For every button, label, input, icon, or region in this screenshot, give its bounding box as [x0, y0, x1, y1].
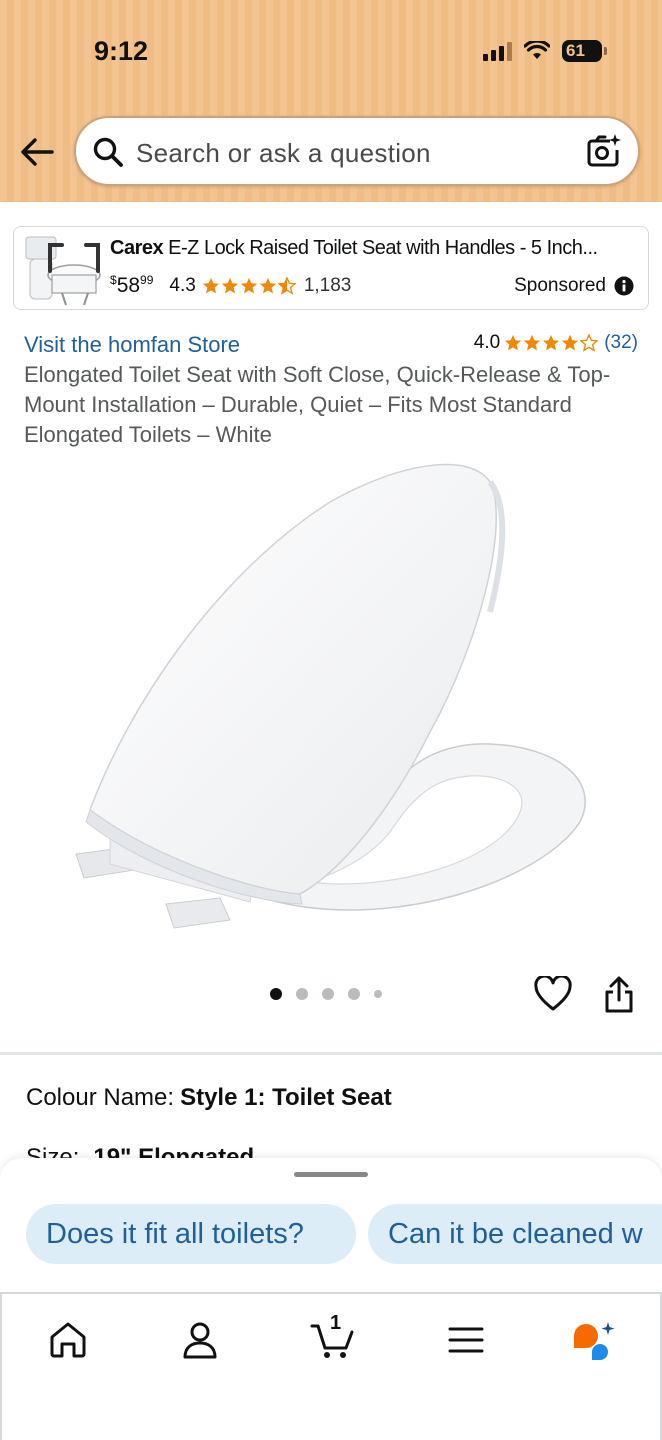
star-full-icon	[259, 277, 276, 294]
ad-price-whole: 58	[116, 274, 141, 297]
image-carousel-indicator[interactable]	[270, 988, 382, 1000]
ad-rating-count: 1,183	[303, 275, 352, 296]
colour-value: Style 1: Toilet Seat	[180, 1084, 392, 1111]
sponsored-ad-card[interactable]: Carex E-Z Lock Raised Toilet Seat with H…	[13, 226, 649, 310]
cellular-signal-icon	[483, 41, 512, 61]
carousel-dot[interactable]	[322, 988, 334, 1000]
account-icon[interactable]	[180, 1320, 220, 1360]
suggested-question-chip[interactable]: Does it fit all toilets?	[26, 1204, 356, 1264]
star-full-icon	[240, 277, 257, 294]
search-icon	[93, 137, 123, 167]
cart-count-badge: 1	[330, 1312, 342, 1334]
carousel-dot[interactable]	[374, 990, 382, 998]
product-title: Elongated Toilet Seat with Soft Close, Q…	[24, 362, 611, 447]
carousel-dot[interactable]	[296, 988, 308, 1000]
section-divider	[0, 1052, 662, 1055]
battery-level: 61	[566, 41, 585, 60]
battery-icon: 61	[562, 40, 607, 62]
search-input[interactable]: Search or ask a question	[74, 116, 640, 186]
ad-star-rating	[202, 277, 296, 295]
suggested-questions-sheet: Does it fit all toilets? Can it be clean…	[0, 1158, 662, 1298]
suggested-question-chip[interactable]: Can it be cleaned w	[368, 1204, 662, 1264]
info-icon[interactable]	[614, 276, 634, 296]
star-full-icon	[524, 334, 541, 351]
status-time: 9:12	[94, 36, 149, 66]
star-half-icon	[277, 277, 296, 295]
carousel-dot[interactable]	[270, 988, 282, 1000]
star-full-icon	[543, 334, 560, 351]
star-empty-icon	[580, 334, 599, 352]
camera-search-icon[interactable]	[584, 132, 622, 170]
wifi-icon	[524, 41, 550, 59]
colour-selector[interactable]: Colour Name: Style 1: Toilet Seat	[26, 1084, 392, 1112]
product-image[interactable]	[70, 452, 600, 932]
star-full-icon	[562, 334, 579, 351]
home-icon[interactable]	[48, 1320, 88, 1360]
product-rating-count: (32)	[604, 332, 638, 353]
star-full-icon	[202, 277, 219, 294]
ad-rating-value: 4.3	[169, 275, 196, 296]
share-icon[interactable]	[602, 976, 636, 1014]
product-star-rating	[504, 334, 599, 352]
product-rating[interactable]: 4.0 (32)	[474, 332, 638, 354]
star-full-icon	[505, 334, 522, 351]
carousel-dot[interactable]	[348, 988, 360, 1000]
sponsored-text: Sponsored	[514, 275, 606, 296]
product-rating-value: 4.0	[473, 332, 501, 353]
ad-price-symbol: $	[110, 273, 117, 287]
status-icons: 61	[483, 40, 607, 62]
header: 9:12 61 Search or ask a question	[0, 0, 662, 202]
menu-icon[interactable]	[446, 1320, 486, 1360]
ad-product-image	[25, 236, 101, 306]
back-arrow-icon[interactable]	[18, 134, 56, 170]
ad-price-rating-row: $ 58 99 4.3 1,183	[110, 273, 352, 298]
ad-title-text: E-Z Lock Raised Toilet Seat with Handles…	[163, 237, 598, 259]
colour-label: Colour Name:	[26, 1084, 175, 1111]
star-full-icon	[221, 277, 238, 294]
heart-icon[interactable]	[534, 976, 572, 1012]
sheet-drag-handle[interactable]	[294, 1172, 368, 1177]
rufus-assistant-icon[interactable]	[570, 1320, 618, 1360]
ad-brand: Carex	[110, 237, 164, 259]
sponsored-label[interactable]: Sponsored	[514, 275, 634, 297]
ad-price-fraction: 99	[140, 273, 154, 287]
search-placeholder: Search or ask a question	[136, 138, 431, 168]
ad-title: Carex E-Z Lock Raised Toilet Seat with H…	[110, 237, 630, 260]
bottom-tab-bar: 1	[0, 1292, 662, 1440]
visit-store-link[interactable]: Visit the homfan Store	[24, 332, 240, 358]
